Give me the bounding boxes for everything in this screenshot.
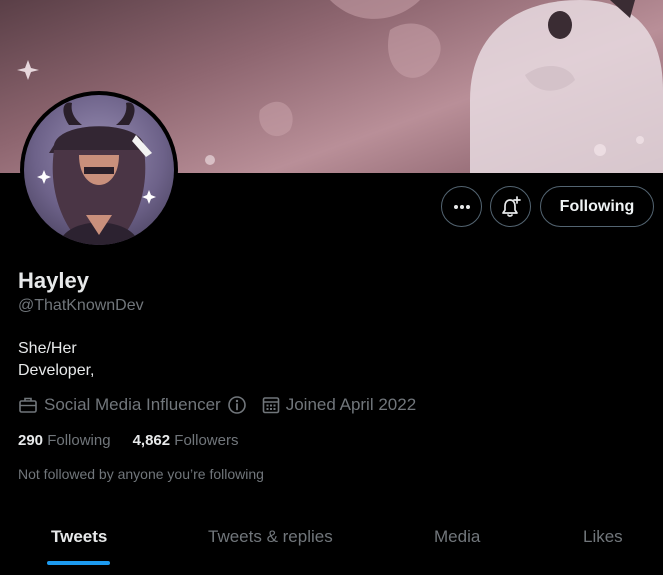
calendar-icon xyxy=(262,397,280,414)
profile-tabs: Tweets Tweets & replies Media Likes xyxy=(0,512,663,575)
bio-line: Developer, xyxy=(18,362,95,379)
tab-tweets-replies[interactable]: Tweets & replies xyxy=(208,512,333,562)
profile-name: Hayley xyxy=(18,268,89,293)
more-button[interactable] xyxy=(441,186,482,227)
notifications-button[interactable] xyxy=(490,186,531,227)
followers-count-label: Followers xyxy=(174,432,239,449)
bio-line: She/Her xyxy=(18,340,77,357)
category-label: Social Media Influencer xyxy=(44,395,221,414)
info-icon[interactable] xyxy=(227,395,247,415)
profile-bio: She/Her Developer, xyxy=(18,338,95,382)
joined-date: Joined April 2022 xyxy=(261,395,416,415)
tab-likes[interactable]: Likes xyxy=(583,512,623,562)
tab-tweets[interactable]: Tweets xyxy=(51,512,107,562)
following-button[interactable]: Following xyxy=(540,186,654,227)
follow-counts: 290 Following 4,862 Followers xyxy=(18,432,238,449)
profile-category: Social Media Influencer xyxy=(18,395,247,415)
profile-meta: Social Media Influencer Joined April 202… xyxy=(18,394,416,416)
following-count-link[interactable]: 290 Following xyxy=(18,432,111,449)
avatar[interactable] xyxy=(20,91,178,249)
avatar-image xyxy=(24,95,174,245)
briefcase-icon xyxy=(19,397,37,413)
avatar-illustration xyxy=(37,102,156,245)
joined-label: Joined April 2022 xyxy=(285,395,417,414)
followers-count-link[interactable]: 4,862 Followers xyxy=(133,432,239,449)
active-tab-indicator xyxy=(47,561,110,565)
following-count: 290 xyxy=(18,432,44,449)
more-icon xyxy=(453,204,470,209)
following-count-label: Following xyxy=(47,432,111,449)
not-followed-note: Not followed by anyone you’re following xyxy=(18,466,264,482)
profile-handle: @ThatKnownDev xyxy=(18,297,144,314)
tab-media[interactable]: Media xyxy=(434,512,480,562)
bell-plus-icon xyxy=(501,195,521,217)
followers-count: 4,862 xyxy=(132,432,171,449)
